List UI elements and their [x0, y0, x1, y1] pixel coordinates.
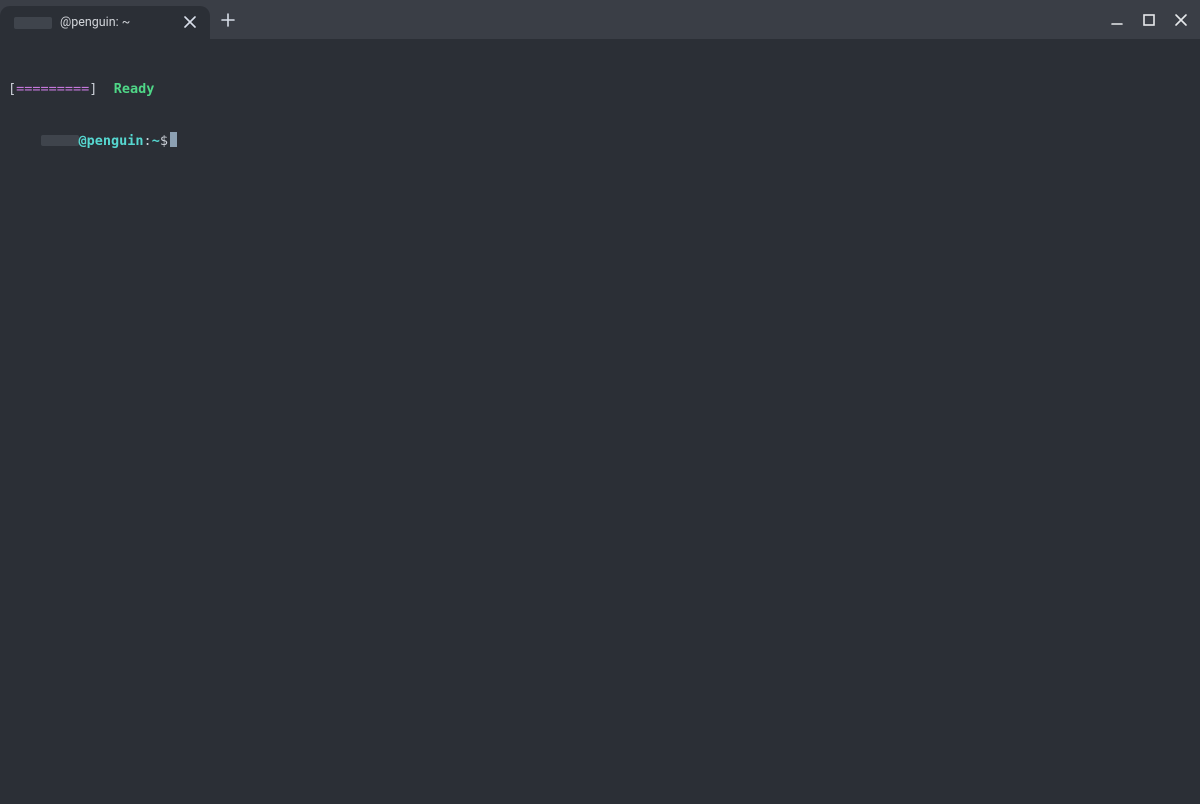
- close-tab-icon[interactable]: [180, 14, 200, 32]
- bracket-close: ]: [89, 81, 97, 97]
- prompt-user-redacted: [41, 135, 79, 146]
- terminal-cursor: [170, 132, 177, 147]
- progress-bar: =========: [16, 81, 89, 97]
- tab-user-redacted: [14, 17, 52, 29]
- titlebar-spacer: [246, 0, 1108, 39]
- bracket-open: [: [8, 81, 16, 97]
- prompt-cwd: ~: [152, 133, 160, 149]
- maximize-button[interactable]: [1140, 11, 1158, 29]
- terminal-area[interactable]: [=========] Ready @penguin:~$: [0, 39, 1200, 175]
- tab-title: @penguin: ~: [60, 15, 172, 30]
- close-window-button[interactable]: [1172, 11, 1190, 29]
- prompt-symbol: $: [160, 133, 168, 149]
- prompt-sep: :: [144, 133, 152, 149]
- prompt-line: @penguin:~$: [8, 132, 1192, 150]
- window-controls: [1108, 0, 1200, 39]
- boot-status-line: [=========] Ready: [8, 81, 1192, 98]
- new-tab-button[interactable]: [210, 0, 246, 39]
- status-text: Ready: [114, 81, 155, 97]
- prompt-userhost: @penguin: [79, 133, 144, 149]
- tab-active[interactable]: @penguin: ~: [0, 6, 210, 39]
- minimize-button[interactable]: [1108, 11, 1126, 29]
- titlebar: @penguin: ~: [0, 0, 1200, 39]
